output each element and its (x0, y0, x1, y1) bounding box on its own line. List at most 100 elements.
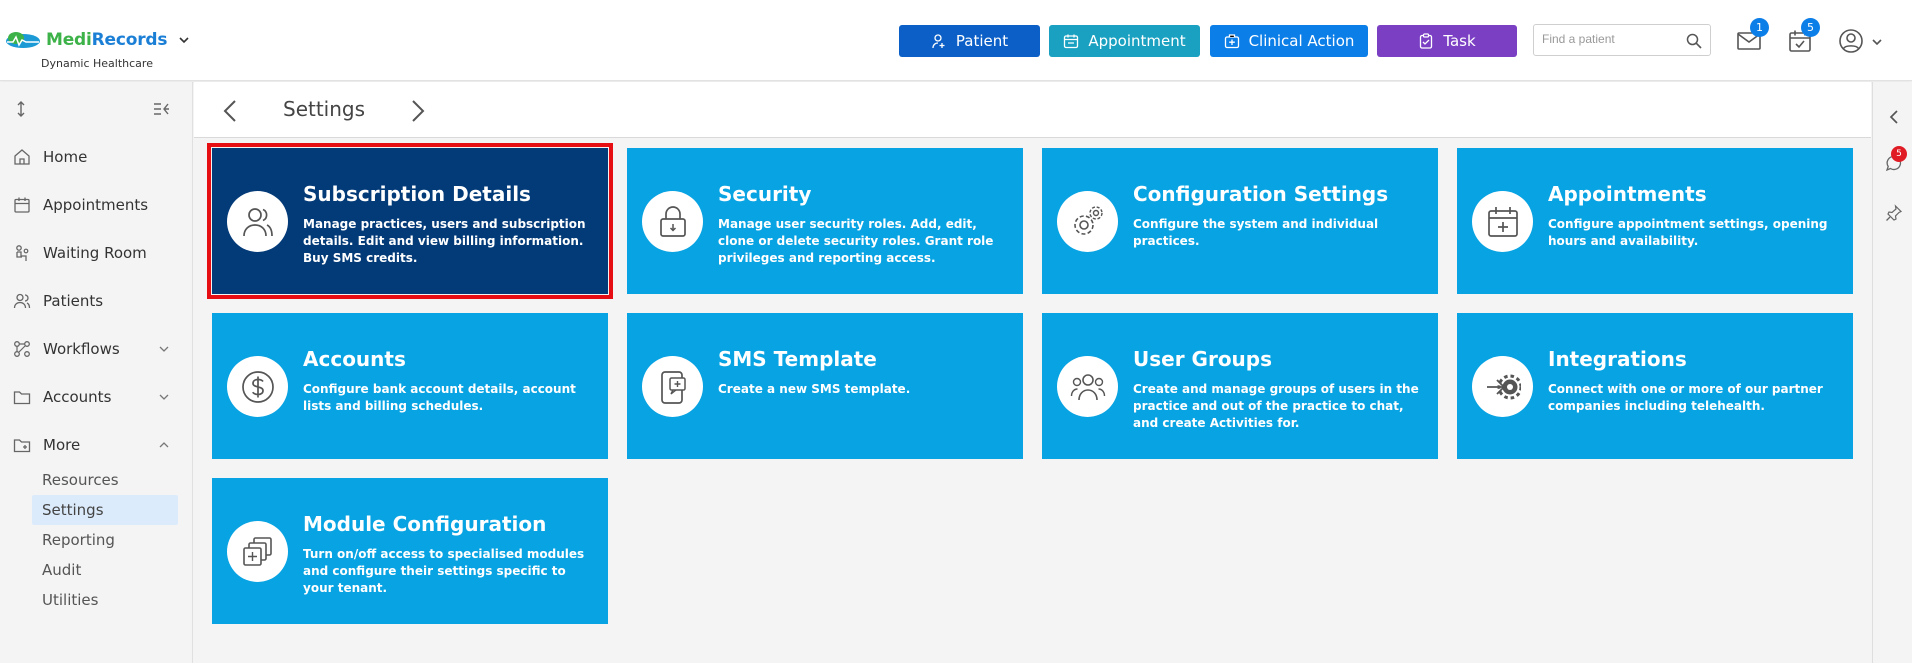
add-task-button[interactable]: Task (1377, 25, 1517, 57)
pin-icon[interactable] (1885, 204, 1903, 222)
calendar-count-badge: 5 (1801, 18, 1820, 37)
clipboard-icon (1420, 33, 1433, 49)
waiting-room-icon (16, 245, 29, 261)
tile-title: SMS Template (718, 347, 877, 371)
sidebar-item-home[interactable]: Home (0, 139, 193, 175)
tile-title: User Groups (1133, 347, 1273, 371)
patient-button-label: Patient (955, 32, 1009, 50)
sidebar-item-more[interactable]: More (0, 427, 193, 463)
tile-appointments[interactable]: Appointments Configure appointment setti… (1457, 148, 1853, 294)
sidebar-item-label: Appointments (43, 196, 149, 214)
sidebar-item-accounts[interactable]: Accounts (0, 379, 193, 415)
sidebar-subitem-reporting[interactable]: Reporting (32, 525, 178, 555)
sidebar-item-label: Accounts (43, 388, 112, 406)
tile-title: Security (718, 182, 812, 206)
folder-icon (13, 391, 31, 405)
phone-message-icon (660, 370, 686, 404)
sidebar-item-label: Home (43, 148, 88, 166)
gears-icon (1073, 205, 1103, 235)
tile-icon-circle (227, 521, 288, 582)
tile-title: Module Configuration (303, 512, 547, 536)
appointment-button-label: Appointment (1088, 32, 1186, 50)
tile-sms-template[interactable]: SMS Template Create a new SMS template. (627, 313, 1023, 459)
forward-arrow-icon[interactable] (406, 98, 428, 124)
integration-icon (1486, 374, 1521, 399)
tile-icon-circle (1057, 356, 1118, 417)
sidebar-item-workflows[interactable]: Workflows (0, 331, 193, 367)
chevron-up-icon (159, 442, 169, 448)
user-account-icon[interactable] (1838, 28, 1864, 54)
page-title: Settings (283, 97, 366, 121)
tile-icon-circle (227, 356, 288, 417)
tile-title: Configuration Settings (1133, 182, 1389, 206)
tile-icon-circle (1472, 356, 1533, 417)
tile-description: Create a new SMS template. (718, 382, 911, 396)
tile-description: Configure bank account details, account … (303, 382, 576, 413)
users-icon (242, 207, 273, 236)
back-arrow-icon[interactable] (220, 98, 242, 124)
sidebar-item-label: Waiting Room (43, 244, 147, 262)
user-group-icon (1070, 373, 1105, 400)
workflow-icon (14, 341, 30, 357)
chevron-down-icon (159, 394, 169, 400)
tile-integrations[interactable]: Integrations Connect with one or more of… (1457, 313, 1853, 459)
medical-kit-icon (1224, 34, 1239, 49)
patient-search[interactable] (1533, 24, 1711, 56)
home-icon (14, 149, 30, 165)
tile-subscription-details[interactable]: Subscription Details Manage practices, u… (207, 143, 613, 299)
logo-text: MediRecords (46, 30, 168, 50)
collapse-sidebar-icon[interactable] (152, 100, 170, 118)
sidebar-subitem-settings[interactable]: Settings (32, 495, 178, 525)
tile-accounts[interactable]: Accounts Configure bank account details,… (212, 313, 608, 459)
tile-user-groups[interactable]: User Groups Create and manage groups of … (1042, 313, 1438, 459)
calendar-icon (14, 197, 30, 213)
sidebar-item-patients[interactable]: Patients (0, 283, 193, 319)
tile-description: Create and manage groups of users in the… (1133, 382, 1419, 430)
tile-title: Accounts (303, 347, 406, 371)
modules-icon (242, 536, 272, 566)
tile-description: Connect with one or more of our partner … (1548, 382, 1823, 413)
dollar-icon (241, 370, 274, 403)
sidebar-subitem-audit[interactable]: Audit (32, 555, 178, 585)
user-plus-icon (932, 34, 945, 49)
add-appointment-button[interactable]: Appointment (1049, 25, 1200, 57)
tile-icon-circle (1057, 191, 1118, 252)
task-button-label: Task (1443, 32, 1476, 50)
sidebar-item-appointments[interactable]: Appointments (0, 187, 193, 223)
sidebar-item-waiting-room[interactable]: Waiting Room (0, 235, 193, 271)
search-input[interactable] (1542, 32, 1682, 46)
tile-icon-circle (642, 356, 703, 417)
tile-icon-circle (1472, 191, 1533, 252)
tile-title: Subscription Details (303, 182, 531, 206)
tile-configuration-settings[interactable]: Configuration Settings Configure the sys… (1042, 148, 1438, 294)
app-logo[interactable]: MediRecords (4, 30, 191, 50)
search-icon[interactable] (1686, 33, 1702, 49)
tile-title: Integrations (1548, 347, 1687, 371)
sidebar: Home Appointments Waiting Room Patients … (0, 82, 193, 663)
organization-name: Dynamic Healthcare (41, 57, 153, 70)
tile-title: Appointments (1548, 182, 1707, 206)
sidebar-item-label: Workflows (43, 340, 120, 358)
tile-security[interactable]: Security Manage user security roles. Add… (627, 148, 1023, 294)
resize-vertical-icon[interactable] (12, 100, 30, 118)
logo-cloud-icon (4, 31, 42, 49)
sidebar-subitem-resources[interactable]: Resources (32, 465, 178, 495)
clinical-action-button[interactable]: Clinical Action (1210, 25, 1368, 57)
mail-count-badge: 1 (1750, 18, 1769, 37)
tile-module-configuration[interactable]: Module Configuration Turn on/off access … (212, 478, 608, 624)
sidebar-item-label: More (43, 436, 81, 454)
chevron-left-icon[interactable] (1885, 108, 1903, 126)
chevron-down-icon[interactable] (177, 33, 191, 47)
tile-icon-circle (227, 191, 288, 252)
sidebar-subitem-utilities[interactable]: Utilities (32, 585, 178, 615)
add-patient-button[interactable]: Patient (899, 25, 1040, 57)
tile-description: Configure appointment settings, opening … (1548, 217, 1828, 248)
tile-icon-circle (642, 191, 703, 252)
tile-description: Configure the system and individual prac… (1133, 217, 1379, 248)
tile-description: Manage practices, users and subscription… (303, 217, 586, 265)
patients-icon (13, 293, 31, 309)
chevron-down-icon[interactable] (1870, 35, 1884, 49)
sidebar-item-label: Patients (43, 292, 104, 310)
clinical-action-button-label: Clinical Action (1248, 32, 1355, 50)
lock-icon (659, 205, 686, 237)
